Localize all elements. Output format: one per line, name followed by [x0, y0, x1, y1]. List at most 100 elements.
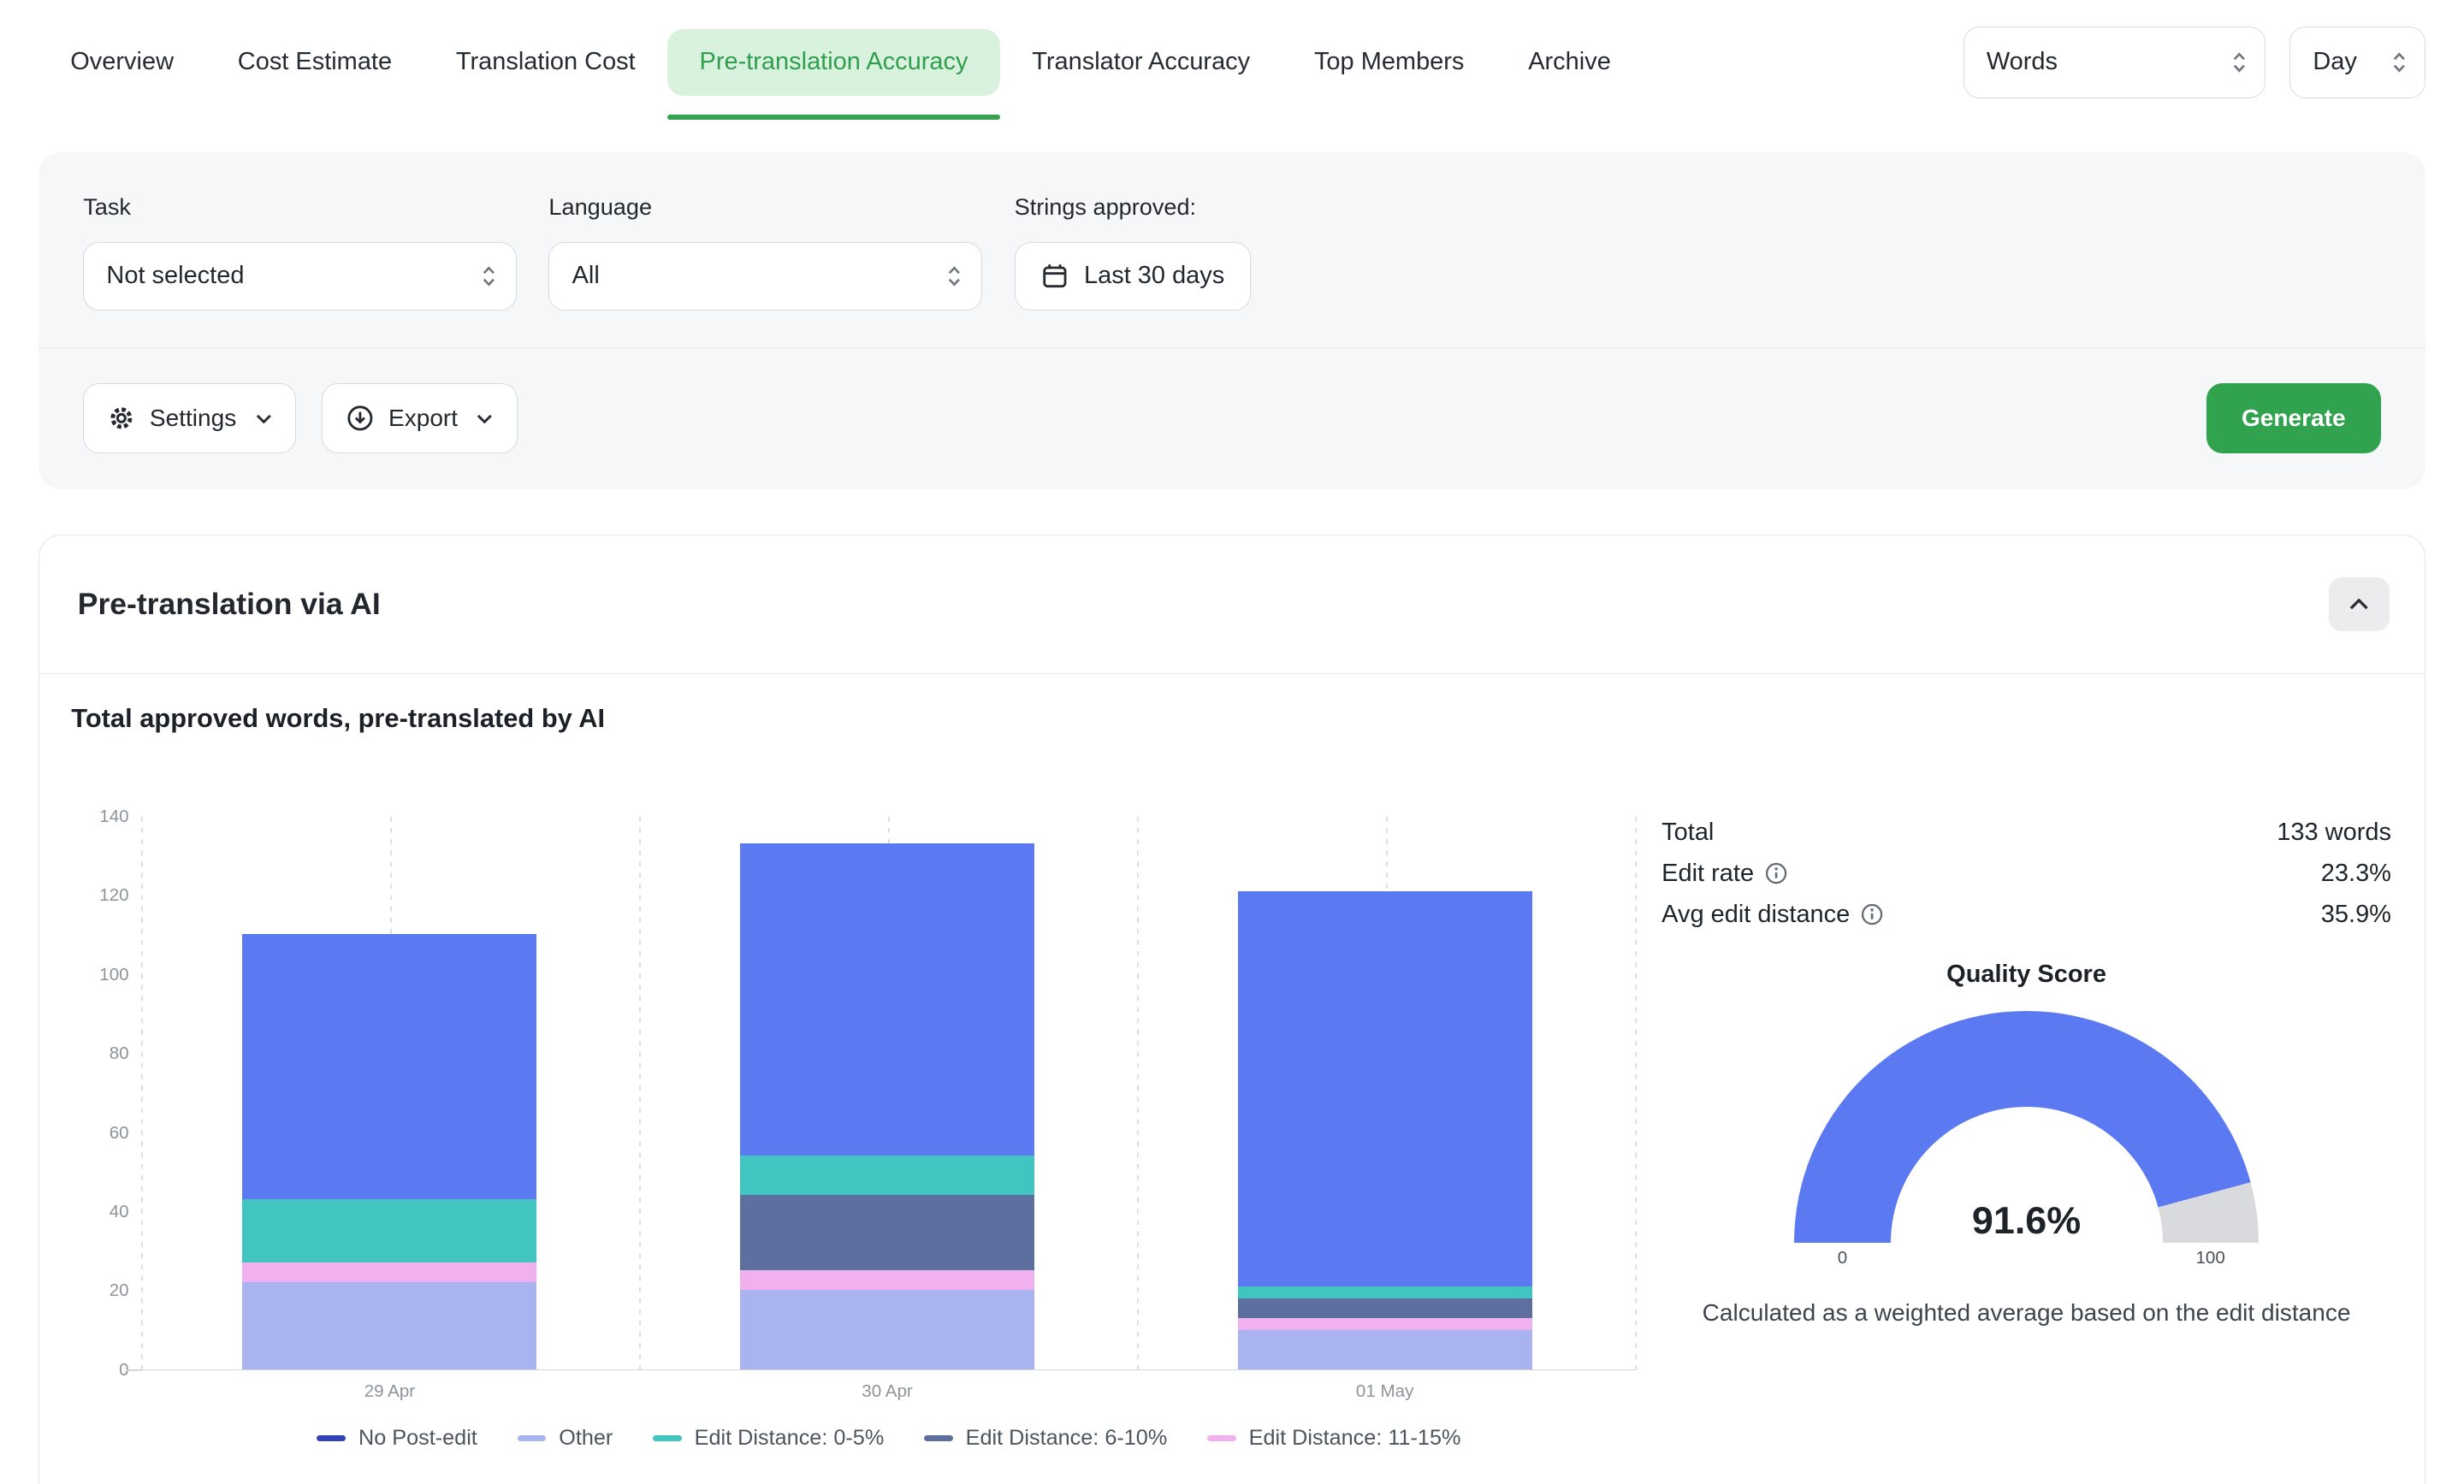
strings-approved-label: Strings approved:: [1015, 193, 1252, 221]
tab-translation-cost[interactable]: Translation Cost: [424, 29, 667, 96]
stats-panel: Total 133 words Edit rate 23.3% Avg edit…: [1661, 819, 2391, 1327]
bar-29-apr[interactable]: [242, 934, 536, 1369]
collapse-button[interactable]: [2329, 577, 2390, 632]
filter-row: Task Not selected Language All Strings a…: [38, 152, 2426, 347]
tab-translator-accuracy[interactable]: Translator Accuracy: [1000, 29, 1282, 96]
generate-button[interactable]: Generate: [2206, 383, 2381, 453]
unit-select[interactable]: Words: [1964, 27, 2266, 98]
tab-overview[interactable]: Overview: [38, 29, 206, 96]
info-icon[interactable]: [1765, 862, 1787, 884]
period-select[interactable]: Day: [2289, 27, 2426, 98]
settings-button[interactable]: Settings: [83, 383, 296, 453]
legend-label: No Post-edit: [358, 1426, 477, 1451]
gridline: [1137, 817, 1139, 1369]
tab-cost-estimate[interactable]: Cost Estimate: [205, 29, 424, 96]
bar-segment: [740, 1156, 1034, 1195]
y-tick-label: 120: [99, 883, 128, 908]
export-button-label: Export: [388, 405, 458, 432]
gear-icon: [108, 405, 135, 432]
y-tick-label: 80: [110, 1041, 129, 1067]
report-body: Total approved words, pre-translated by …: [39, 674, 2425, 1484]
filter-actions-row: Settings Export Generate: [38, 347, 2426, 489]
date-range-value: Last 30 days: [1084, 262, 1224, 290]
legend-item[interactable]: Other: [518, 1426, 613, 1451]
legend-item[interactable]: Edit Distance: 6-10%: [924, 1426, 1167, 1451]
bar-segment: [1238, 1330, 1532, 1369]
bar-segment: [1238, 1318, 1532, 1330]
quality-score-value: 91.6%: [1794, 1198, 2258, 1243]
gridline: [639, 817, 641, 1369]
stat-value: 23.3%: [2321, 860, 2391, 888]
date-range-button[interactable]: Last 30 days: [1015, 242, 1252, 310]
info-icon[interactable]: [1861, 903, 1883, 925]
tab-pre-translation-accuracy[interactable]: Pre-translation Accuracy: [667, 29, 1000, 96]
report-header: Pre-translation via AI: [39, 535, 2425, 675]
quality-gauge-caption: Calculated as a weighted average based o…: [1661, 1299, 2391, 1327]
language-select-value: All: [572, 262, 600, 290]
chevron-down-icon: [256, 414, 272, 423]
legend-item[interactable]: Edit Distance: 11-15%: [1207, 1426, 1460, 1451]
stat-row-total: Total 133 words: [1661, 819, 2391, 847]
bar-30-apr[interactable]: [740, 843, 1034, 1369]
pretranslation-report-card: Pre-translation via AI Total approved wo…: [38, 535, 2426, 1484]
y-tick-label: 140: [99, 804, 128, 830]
bar-segment: [740, 1270, 1034, 1290]
legend-label: Edit Distance: 11-15%: [1249, 1426, 1461, 1451]
gridline: [1635, 817, 1637, 1369]
bar-segment: [242, 1282, 536, 1369]
quality-gauge-scale: 0 100: [1794, 1248, 2258, 1274]
download-circle-icon: [346, 405, 374, 432]
language-field: Language All: [548, 193, 982, 310]
nav-selects: Words Day: [1964, 27, 2426, 98]
quality-gauge: 91.6% 0 100: [1794, 1011, 2258, 1274]
bar-segment: [242, 1262, 536, 1282]
x-tick-label: 29 Apr: [364, 1381, 415, 1402]
language-select[interactable]: All: [548, 242, 982, 310]
tab-archive[interactable]: Archive: [1496, 29, 1643, 96]
y-tick-label: 20: [110, 1278, 129, 1304]
bar-segment: [1238, 1286, 1532, 1298]
y-tick-label: 100: [99, 962, 128, 988]
task-select[interactable]: Not selected: [83, 242, 517, 310]
stat-value: 133 words: [2277, 819, 2391, 847]
report-title: Pre-translation via AI: [78, 587, 381, 622]
task-label: Task: [83, 193, 517, 221]
bar-segment: [740, 1290, 1034, 1369]
period-select-value: Day: [2313, 48, 2357, 76]
legend-marker: [924, 1435, 953, 1441]
legend-label: Edit Distance: 6-10%: [966, 1426, 1168, 1451]
bar-segment: [242, 934, 536, 1199]
chevrons-updown-icon: [2231, 50, 2248, 75]
language-label: Language: [548, 193, 982, 221]
chart-legend: No Post-edit Other Edit Distance: 0-5% Edit…: [142, 1426, 1637, 1451]
chevrons-updown-icon: [2391, 50, 2408, 75]
gauge-max-label: 100: [2195, 1248, 2224, 1268]
legend-label: Other: [559, 1426, 613, 1451]
task-select-value: Not selected: [106, 262, 244, 290]
reports-page: Overview Cost Estimate Translation Cost …: [0, 0, 2464, 1484]
gridline: [141, 817, 143, 1369]
report-filters-panel: Task Not selected Language All Strings a…: [38, 152, 2426, 489]
stacked-bar-chart: [142, 817, 1637, 1370]
bar-segment: [1238, 891, 1532, 1286]
chevron-up-icon: [2349, 599, 2368, 610]
bar-segment: [242, 1199, 536, 1262]
y-tick-label: 40: [110, 1199, 129, 1225]
tab-top-members[interactable]: Top Members: [1282, 29, 1496, 96]
legend-item[interactable]: No Post-edit: [317, 1426, 477, 1451]
chevrons-updown-icon: [481, 263, 497, 289]
strings-approved-field: Strings approved: Last 30 days: [1015, 193, 1252, 310]
task-field: Task Not selected: [83, 193, 517, 310]
stat-label: Total: [1661, 819, 1714, 847]
unit-select-value: Words: [1987, 48, 2058, 76]
x-tick-label: 01 May: [1356, 1381, 1413, 1402]
legend-item[interactable]: Edit Distance: 0-5%: [653, 1426, 884, 1451]
chevrons-updown-icon: [946, 263, 962, 289]
legend-marker: [653, 1435, 682, 1441]
legend-label: Edit Distance: 0-5%: [695, 1426, 885, 1451]
bar-01-may[interactable]: [1238, 891, 1532, 1369]
stat-row-avg-edit-distance: Avg edit distance 35.9%: [1661, 901, 2391, 929]
quality-score-title: Quality Score: [1661, 961, 2391, 989]
export-button[interactable]: Export: [322, 383, 518, 453]
legend-marker: [518, 1435, 547, 1441]
